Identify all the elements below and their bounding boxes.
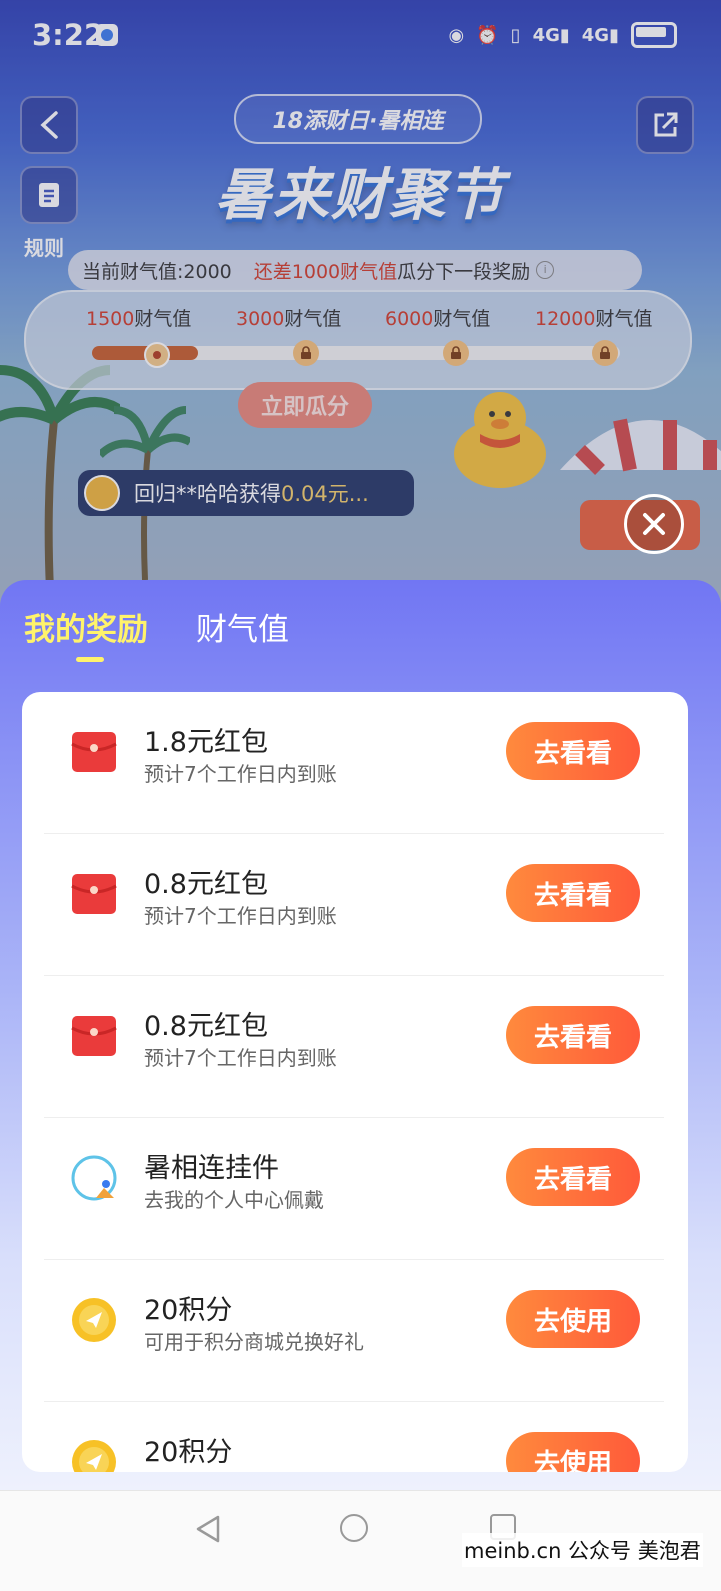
reward-title: 0.8元红包 [144,869,268,900]
nav-back-icon[interactable] [194,1514,222,1544]
reward-title: 20积分 [144,1295,233,1326]
list-item: 20积分 去使用 [44,1402,664,1472]
nav-home-icon[interactable] [340,1514,368,1542]
reward-subtitle: 预计7个工作日内到账 [144,1046,337,1070]
view-reward-button[interactable]: 去看看 [506,1148,640,1206]
list-item: 0.8元红包 预计7个工作日内到账 去看看 [44,834,664,976]
reward-title: 0.8元红包 [144,1011,268,1042]
red-envelope-icon [71,732,117,772]
reward-subtitle: 可用于积分商城兑换好礼 [144,1330,364,1354]
view-reward-button[interactable]: 去看看 [506,722,640,780]
view-reward-button[interactable]: 去看看 [506,1006,640,1064]
reward-subtitle: 预计7个工作日内到账 [144,762,337,786]
close-button[interactable] [624,494,684,554]
points-coin-icon [72,1440,116,1472]
reward-subtitle: 去我的个人中心佩戴 [144,1188,324,1212]
points-coin-icon [72,1298,116,1342]
red-envelope-icon [71,874,117,914]
tab-indicator [76,657,104,662]
list-item: 0.8元红包 预计7个工作日内到账 去看看 [44,976,664,1118]
use-points-button[interactable]: 去使用 [506,1432,640,1472]
tab-my-rewards[interactable]: 我的奖励 [24,604,148,649]
modal-dim-overlay [0,0,721,620]
reward-subtitle: 预计7个工作日内到账 [144,904,337,928]
list-item: 暑相连挂件 去我的个人中心佩戴 去看看 [44,1118,664,1260]
watermark: meinb.cn 公众号 美泡君 [462,1533,703,1567]
red-envelope-icon [71,1016,117,1056]
view-reward-button[interactable]: 去看看 [506,864,640,922]
use-points-button[interactable]: 去使用 [506,1290,640,1348]
rewards-list: 1.8元红包 预计7个工作日内到账 去看看 0.8元红包 预计7个工作日内到账 … [22,692,688,1472]
list-item: 20积分 可用于积分商城兑换好礼 去使用 [44,1260,664,1402]
tab-wealth-value[interactable]: 财气值 [196,604,289,649]
pendant-icon [71,1155,117,1201]
list-item: 1.8元红包 预计7个工作日内到账 去看看 [44,692,664,834]
reward-title: 20积分 [144,1437,233,1468]
close-icon [643,513,665,535]
reward-title: 1.8元红包 [144,727,268,758]
reward-title: 暑相连挂件 [144,1153,279,1184]
